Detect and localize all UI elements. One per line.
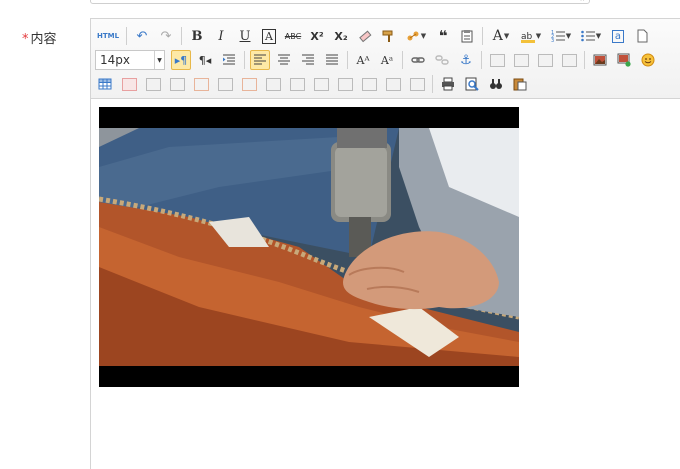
clear-doc-icon[interactable]: [407, 74, 427, 94]
insert-row-icon[interactable]: [167, 74, 187, 94]
video-frame-image: [99, 107, 519, 387]
html-source-label: HTML: [96, 32, 120, 40]
insert-text-label: a: [611, 29, 625, 43]
align-center-icon[interactable]: [274, 50, 294, 70]
strikethrough-button[interactable]: ABC: [283, 26, 303, 46]
font-border-button[interactable]: A: [259, 26, 279, 46]
toolbar-separator: [181, 27, 182, 45]
toolbar-separator: [481, 51, 482, 69]
undo-icon[interactable]: ↶: [132, 26, 152, 46]
content-field-label: * 内容: [22, 28, 57, 47]
ordered-list-icon[interactable]: 1 2 3 ▼: [548, 26, 574, 46]
merge-cells-icon[interactable]: [263, 74, 283, 94]
image-float-right-icon[interactable]: [535, 50, 555, 70]
merge-down-icon[interactable]: [311, 74, 331, 94]
align-right-icon[interactable]: [298, 50, 318, 70]
font-color-button[interactable]: A ▼: [488, 26, 514, 46]
lowercase-icon[interactable]: Aᵃ: [377, 50, 397, 70]
font-border-label: A: [262, 28, 276, 44]
toolbar-separator: [402, 51, 403, 69]
insert-text-icon[interactable]: a: [608, 26, 628, 46]
merge-right-icon[interactable]: [287, 74, 307, 94]
insert-col-icon[interactable]: [215, 74, 235, 94]
unlink-icon[interactable]: [432, 50, 452, 70]
align-justify-icon[interactable]: [322, 50, 342, 70]
paste-plain-icon[interactable]: [457, 26, 477, 46]
emotion-icon[interactable]: [638, 50, 658, 70]
toolbar-separator: [584, 51, 585, 69]
underline-button[interactable]: U: [235, 26, 255, 46]
toolbar-row-2: 14px ▼ ▸¶ ¶◂ Aᴬ Aᵃ ⚓: [95, 49, 662, 71]
new-document-icon[interactable]: [632, 26, 652, 46]
image-float-none-icon[interactable]: [487, 50, 507, 70]
subscript-label: X₂: [334, 29, 348, 43]
insert-image-icon[interactable]: [590, 50, 610, 70]
bold-label: B: [191, 28, 203, 44]
align-left-icon[interactable]: [250, 50, 270, 70]
delete-row-icon[interactable]: [191, 74, 211, 94]
editor-toolbar: HTML ↶ ↷ B I U A ABC X² X₂ ▼ ❝ A ▼ ab ▼ …: [91, 19, 680, 99]
font-size-value: 14px: [100, 53, 130, 67]
rich-text-editor[interactable]: HTML ↶ ↷ B I U A ABC X² X₂ ▼ ❝ A ▼ ab ▼ …: [90, 18, 680, 469]
required-mark: *: [22, 32, 29, 47]
superscript-button[interactable]: X²: [307, 26, 327, 46]
insert-paragraph-before-table-icon[interactable]: [143, 74, 163, 94]
font-size-select[interactable]: 14px ▼: [95, 50, 165, 70]
image-center-icon[interactable]: [559, 50, 579, 70]
chevron-down-icon: ▼: [154, 51, 164, 69]
editor-content-area[interactable]: [91, 99, 680, 469]
link-icon[interactable]: [408, 50, 428, 70]
bold-button[interactable]: B: [187, 26, 207, 46]
toolbar-separator: [244, 51, 245, 69]
uppercase-icon[interactable]: Aᴬ: [353, 50, 373, 70]
resize-handle-icon[interactable]: //: [581, 0, 586, 2]
superscript-label: X²: [310, 29, 324, 43]
quote-label: ❝: [438, 27, 448, 45]
html-source-button[interactable]: HTML: [95, 26, 121, 46]
split-rows-icon[interactable]: [359, 74, 379, 94]
delete-col-icon[interactable]: [239, 74, 259, 94]
rtl-direction-icon[interactable]: ¶◂: [195, 50, 215, 70]
toolbar-separator: [126, 27, 127, 45]
toolbar-row-1: HTML ↶ ↷ B I U A ABC X² X₂ ▼ ❝ A ▼ ab ▼ …: [95, 25, 656, 47]
background-color-icon[interactable]: ab ▼: [518, 26, 544, 46]
eraser-icon[interactable]: [355, 26, 375, 46]
multi-image-icon[interactable]: [614, 50, 634, 70]
search-replace-icon[interactable]: [486, 74, 506, 94]
svg-text:3: 3: [551, 38, 554, 43]
delete-table-icon[interactable]: [119, 74, 139, 94]
auto-format-icon[interactable]: ▼: [403, 26, 429, 46]
toolbar-separator: [347, 51, 348, 69]
image-float-left-icon[interactable]: [511, 50, 531, 70]
anchor-icon[interactable]: ⚓: [456, 50, 476, 70]
ltr-direction-icon[interactable]: ▸¶: [171, 50, 191, 70]
content-label-text: 内容: [30, 32, 57, 47]
italic-label: I: [218, 28, 224, 44]
paste-from-word-icon[interactable]: [510, 74, 530, 94]
unordered-list-icon[interactable]: ▼: [578, 26, 604, 46]
font-color-label: A: [492, 28, 503, 44]
split-cols-icon[interactable]: [383, 74, 403, 94]
redo-icon[interactable]: ↷: [156, 26, 176, 46]
toolbar-separator: [432, 75, 433, 93]
print-icon[interactable]: [438, 74, 458, 94]
subscript-button[interactable]: X₂: [331, 26, 351, 46]
underline-label: U: [239, 28, 251, 44]
toolbar-separator: [482, 27, 483, 45]
format-painter-icon[interactable]: [379, 26, 399, 46]
previous-textarea[interactable]: //: [90, 0, 590, 4]
italic-button[interactable]: I: [211, 26, 231, 46]
insert-table-icon[interactable]: [95, 74, 115, 94]
strike-label: ABC: [284, 31, 302, 41]
indent-icon[interactable]: [219, 50, 239, 70]
blockquote-button[interactable]: ❝: [433, 26, 453, 46]
preview-icon[interactable]: [462, 74, 482, 94]
split-cells-icon[interactable]: [335, 74, 355, 94]
toolbar-row-3: [95, 73, 534, 95]
embedded-video[interactable]: [99, 107, 519, 387]
